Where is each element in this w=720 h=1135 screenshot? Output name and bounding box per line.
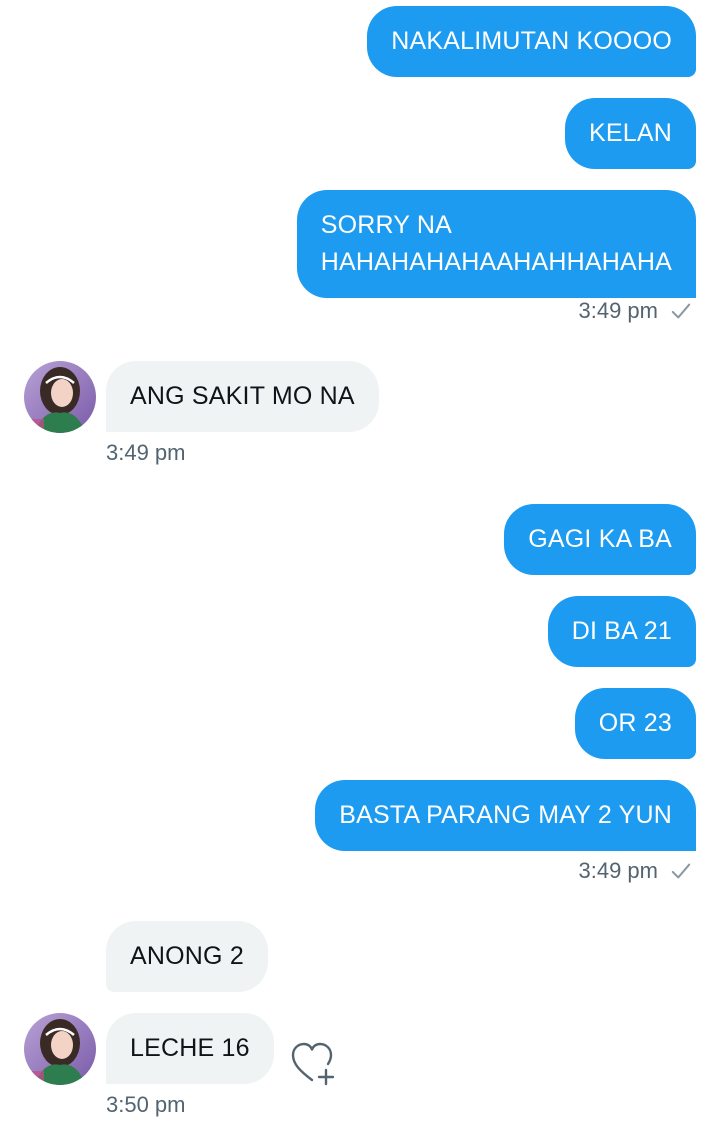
sent-message[interactable]: DI BA 21 (547, 596, 696, 667)
sent-message[interactable]: KELAN (565, 98, 696, 169)
timestamp: 3:49 pm (578, 858, 659, 883)
received-message[interactable]: ANG SAKIT MO NA (106, 361, 379, 432)
message-text-line: SORRY NA (320, 211, 452, 239)
message-text-line: HAHAHAHAHAAHAHHAHAHA (320, 248, 672, 276)
message-text: NAKALIMUTAN KOOOO (391, 27, 672, 55)
timestamp: 3:49 pm (106, 440, 186, 465)
sent-message[interactable]: BASTA PARANG MAY 2 YUN (315, 780, 696, 851)
timestamp: 3:50 pm (106, 1092, 186, 1117)
message-text: KELAN (589, 119, 672, 147)
message-text: DI BA 21 (571, 617, 672, 645)
timestamp: 3:49 pm (578, 298, 659, 323)
received-message[interactable]: LECHE 16 (106, 1013, 274, 1084)
message-text: OR 23 (598, 709, 672, 737)
message-meta: 3:49 pm (579, 298, 693, 324)
message-text: ANG SAKIT MO NA (130, 382, 355, 410)
sent-message[interactable]: GAGI KA BA (504, 504, 696, 575)
contact-avatar[interactable] (24, 361, 96, 433)
received-message[interactable]: ANONG 2 (106, 921, 268, 992)
check-icon (671, 863, 691, 879)
message-meta: 3:49 pm (579, 858, 693, 884)
message-text: GAGI KA BA (528, 525, 672, 553)
message-text: LECHE 16 (130, 1034, 250, 1062)
add-reaction-heart-icon[interactable] (290, 1040, 338, 1086)
message-text: ANONG 2 (130, 942, 244, 970)
contact-avatar[interactable] (24, 1013, 96, 1085)
check-icon (671, 303, 691, 319)
message-text: BASTA PARANG MAY 2 YUN (339, 801, 672, 829)
sent-message[interactable]: OR 23 (574, 688, 696, 759)
sent-message[interactable]: NAKALIMUTAN KOOOO (367, 6, 696, 77)
avatar-image (24, 1013, 96, 1085)
avatar-image (24, 361, 96, 433)
sent-message[interactable]: SORRY NA HAHAHAHAHAAHAHHAHAHA (296, 190, 696, 298)
